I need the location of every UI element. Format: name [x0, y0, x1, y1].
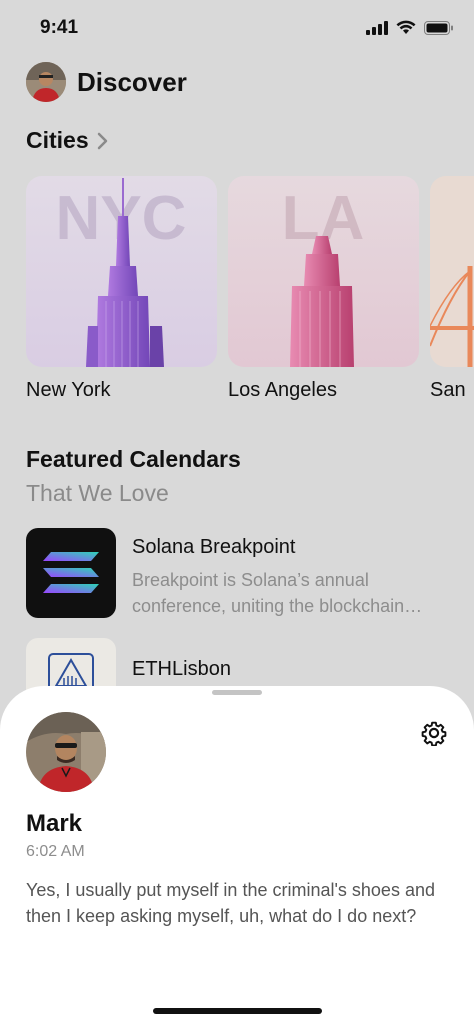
featured-title: Featured Calendars: [26, 446, 241, 472]
header: Discover: [26, 62, 187, 102]
calendar-description-line-1: Breakpoint is Solana’s annual: [132, 570, 369, 590]
calendar-description-line-2: conference, uniting the blockchain…: [132, 596, 423, 616]
home-indicator[interactable]: [153, 1008, 322, 1014]
cellular-signal-icon: [366, 20, 388, 35]
battery-icon: [424, 20, 453, 35]
featured-subtitle: That We Love: [26, 480, 169, 506]
calendar-name: Solana Breakpoint: [132, 536, 296, 558]
sheet-user-name: Mark: [26, 810, 83, 837]
city-label-los-angeles: Los Angeles: [228, 379, 337, 401]
calendar-item-solana[interactable]: Solana Breakpoint Breakpoint is Solana’s…: [26, 528, 474, 619]
city-label-san: San: [430, 379, 466, 401]
cities-section-header[interactable]: Cities: [26, 127, 109, 154]
sheet-timestamp: 6:02 AM: [26, 843, 85, 860]
sheet-avatar: [26, 712, 106, 792]
chevron-right-icon: [97, 132, 107, 149]
sheet-grabber[interactable]: [212, 690, 262, 695]
settings-gear-icon[interactable]: [421, 720, 447, 746]
city-label-new-york: New York: [26, 379, 111, 401]
sheet-message: Yes, I usually put myself in the crimina…: [26, 880, 435, 926]
profile-avatar[interactable]: [26, 62, 66, 102]
status-icons: [366, 20, 454, 35]
cities-title: Cities: [26, 127, 89, 153]
wifi-icon: [396, 20, 416, 34]
solana-logo-icon: [26, 528, 116, 618]
status-time: 9:41: [40, 17, 79, 38]
city-card-san-francisco[interactable]: [430, 176, 474, 367]
cities-carousel[interactable]: NYC New York: [0, 176, 474, 406]
city-card-new-york[interactable]: NYC: [26, 176, 217, 367]
city-card-los-angeles[interactable]: LA: [228, 176, 419, 367]
calendar-text: Solana Breakpoint Breakpoint is Solana’s…: [132, 528, 452, 619]
page-title: Discover: [77, 66, 187, 97]
status-bar: 9:41: [0, 0, 474, 58]
calendar-name: ETHLisbon: [132, 658, 231, 680]
